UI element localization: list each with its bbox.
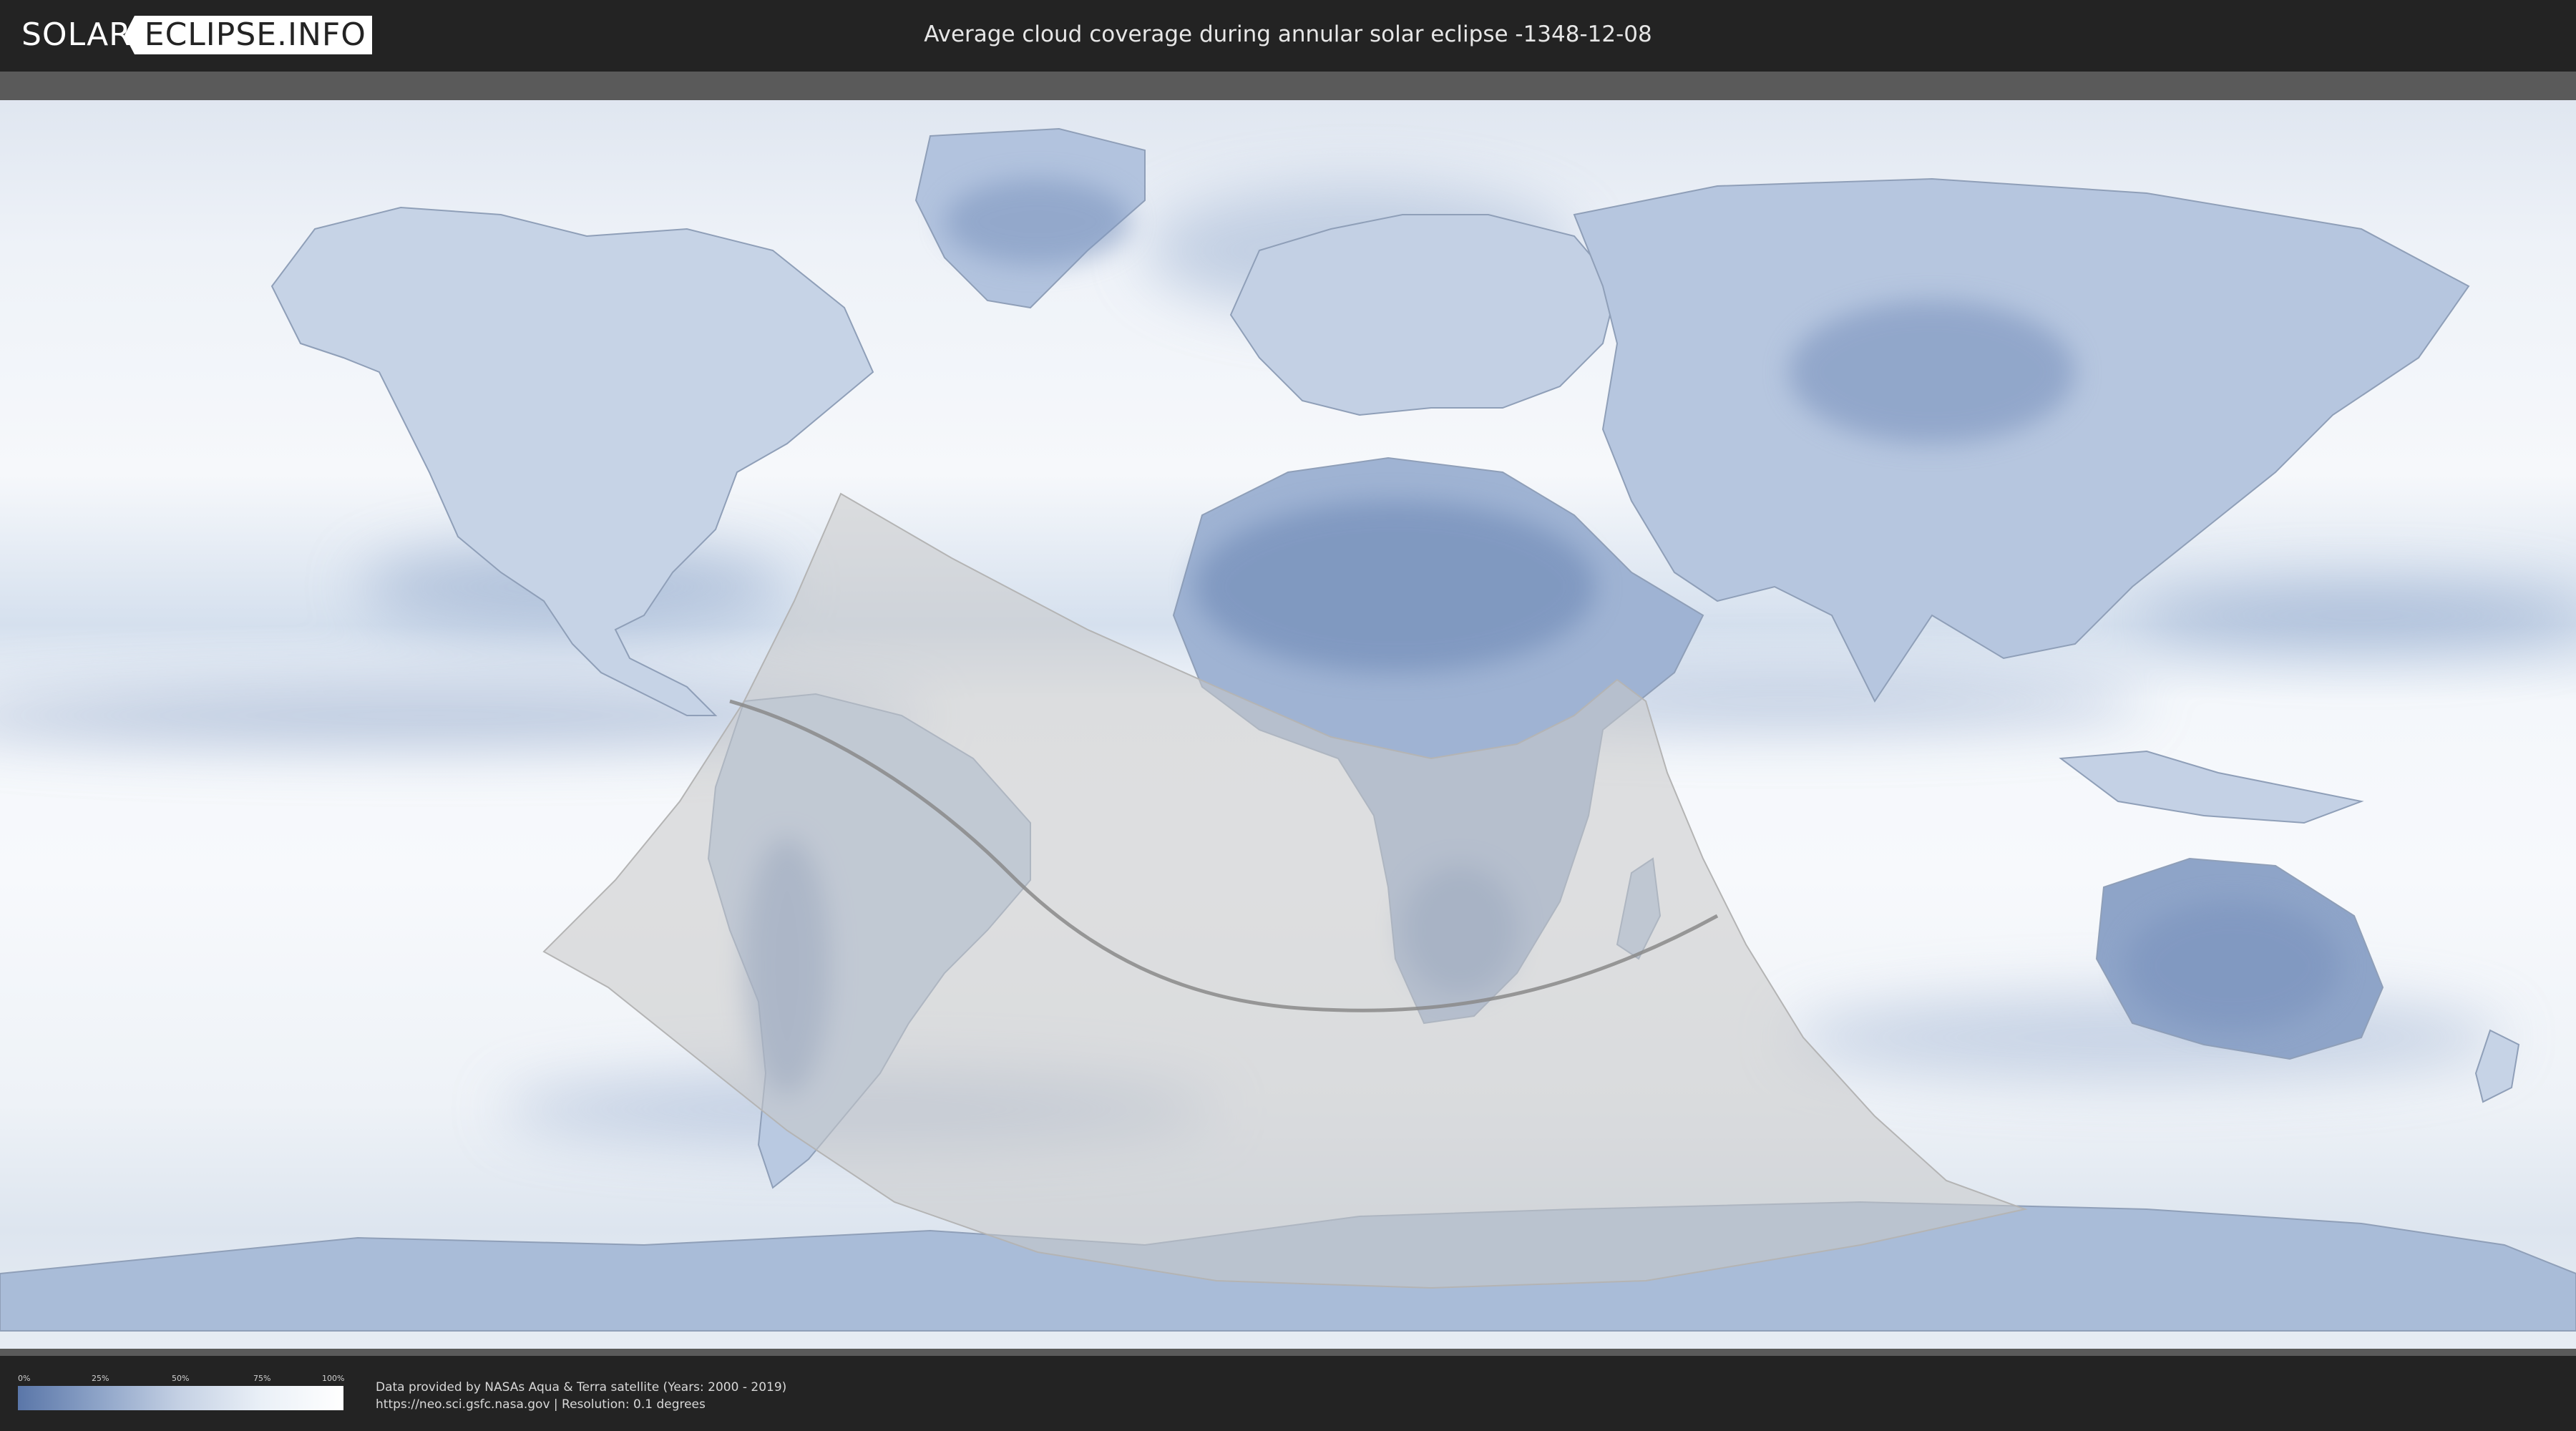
page-title: Average cloud coverage during annular so… bbox=[924, 21, 1652, 47]
map-bottom-edge bbox=[0, 1349, 2576, 1356]
legend-tick-25: 25% bbox=[92, 1374, 109, 1383]
legend-tick-75: 75% bbox=[253, 1374, 271, 1383]
map-canvas bbox=[0, 72, 2576, 1356]
cloud-coverage-map bbox=[0, 72, 2576, 1356]
map-top-edge bbox=[0, 72, 2576, 100]
land-europe bbox=[1229, 214, 1619, 416]
data-credit-line: Data provided by NASAs Aqua & Terra sate… bbox=[376, 1380, 787, 1395]
footer: 0% 25% 50% 75% 100% Data provided by NAS… bbox=[0, 1356, 2576, 1431]
legend-tick-50: 50% bbox=[172, 1374, 190, 1383]
cloud-coverage-legend-bar bbox=[18, 1386, 343, 1410]
header: SOLAR ECLIPSE.INFO Average cloud coverag… bbox=[0, 0, 2576, 72]
page: SOLAR ECLIPSE.INFO Average cloud coverag… bbox=[0, 0, 2576, 1431]
legend-tick-0: 0% bbox=[18, 1374, 31, 1383]
data-source-line[interactable]: https://neo.sci.gsfc.nasa.gov | Resoluti… bbox=[376, 1396, 706, 1413]
legend-tick-100: 100% bbox=[322, 1374, 345, 1383]
